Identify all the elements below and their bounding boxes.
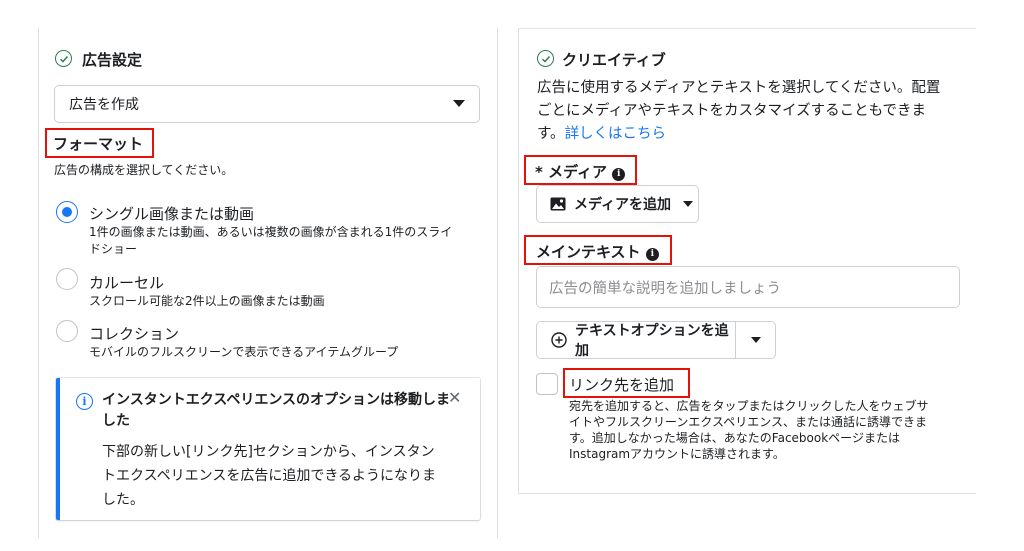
radio-single-media[interactable] [56,201,78,223]
info-icon[interactable]: i [612,167,626,181]
media-label-text: * メディア [535,163,608,181]
destination-desc-line: す。追加しなかった場合は、あなたのFacebookページまたは [569,431,900,445]
description-line: す。詳しくはこちら [537,123,967,146]
destination-desc-line: 宛先を追加すると、広告をタップまたはクリックした人をウェブサ [569,399,929,413]
option-description: ドショー [89,242,138,256]
notice-body-line: トエクスペリエンスを広告に追加できるようになりま [102,468,437,484]
add-media-label: メディアを追加 [574,197,672,213]
notice-title: インスタントエクスペリエンスのオプションは移動しま した [102,390,450,432]
image-icon [550,197,566,211]
radio-collection[interactable] [56,320,78,342]
add-media-button[interactable]: メディアを追加 [536,185,699,223]
notice-body-line: 下部の新しい[リンク先]セクションから、インスタン [102,444,435,460]
add-text-option-label: テキストオプションを追加 [575,323,729,359]
primary-text-input[interactable]: 広告の簡単な説明を追加しましょう [536,266,960,308]
destination-desc-line: Instagramアカウントに誘導されます。 [569,447,785,461]
learn-more-link[interactable]: 詳しくはこちら [565,126,667,142]
plus-circle-icon [551,332,567,348]
notice-body: 下部の新しい[リンク先]セクションから、インスタン トエクスペリエンスを広告に追… [102,440,436,512]
creative-description: 広告に使用するメディアとテキストを選択してください。配置 ごとにメディアやテキス… [537,77,967,146]
option-label: コレクション [89,325,180,343]
caret-down-icon [750,337,761,343]
add-destination-checkbox[interactable] [536,373,558,395]
destination-desc-line: イトやフルスクリーンエクスペリエンス、または通話に誘導できま [569,415,927,429]
option-description: スクロール可能な2件以上の画像または動画 [89,294,325,308]
description-text: す。 [537,126,565,142]
info-icon[interactable]: i [645,247,659,261]
info-icon: i [76,393,93,410]
media-label: * メディア i [535,161,626,182]
radio-carousel[interactable] [56,268,78,290]
check-circle-icon [55,50,72,67]
notice-title-line: インスタントエクスペリエンスのオプションは移動しま [102,392,451,408]
caret-down-icon [453,100,465,107]
option-label: カルーセル [89,274,165,292]
destination-description: 宛先を追加すると、広告をタップまたはクリックした人をウェブサ イトやフルスクリー… [569,398,929,462]
format-heading: フォーマット [53,135,144,153]
primary-text-label-text: メインテキスト [536,243,641,261]
check-circle-icon [537,50,554,67]
ad-creation-select[interactable]: 広告を作成 [54,85,480,123]
description-line: ごとにメディアやテキストをカスタマイズすることもできま [537,103,927,119]
option-description: 1件の画像または動画、あるいは複数の画像が含まれる1件のスライ [89,225,453,239]
ad-settings-title: 広告設定 [82,51,143,69]
destination-label[interactable]: リンク先を追加 [569,374,674,395]
primary-text-placeholder: 広告の簡単な説明を追加しましょう [549,280,781,297]
close-icon[interactable]: ✕ [448,388,461,407]
notice-body-line: した。 [102,492,144,508]
option-description: モバイルのフルスクリーンで表示できるアイテムグループ [89,345,399,359]
text-option-dropdown-button[interactable] [735,321,776,359]
format-description: 広告の構成を選択してください。 [54,163,234,177]
creative-title: クリエイティブ [562,51,666,69]
notice-title-line: した [102,413,130,429]
select-value: 広告を作成 [69,97,139,113]
primary-text-label: メインテキスト i [536,241,659,262]
option-label: シングル画像または動画 [89,205,255,223]
caret-down-icon [683,201,694,207]
description-line: 広告に使用するメディアとテキストを選択してください。配置 [537,80,941,96]
add-text-option-button[interactable]: テキストオプションを追加 [536,321,736,359]
